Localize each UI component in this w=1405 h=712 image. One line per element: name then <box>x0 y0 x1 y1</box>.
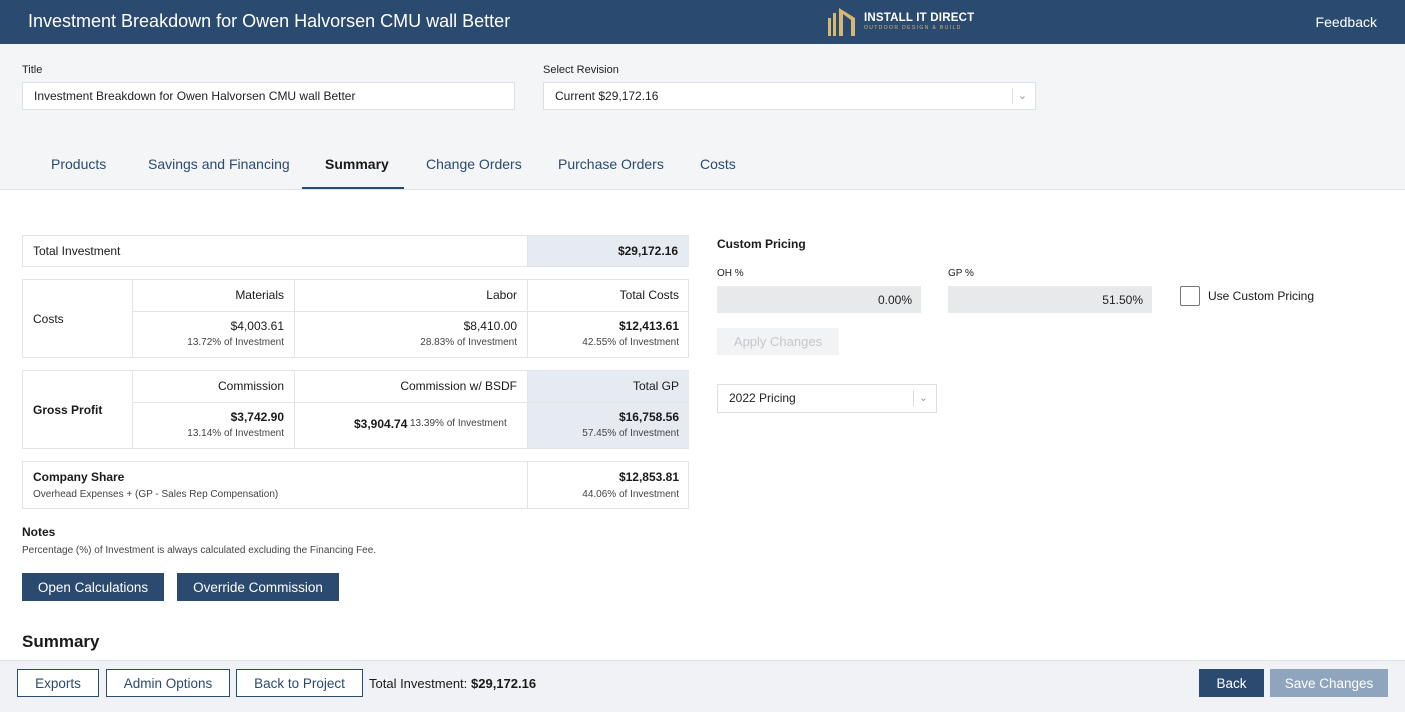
admin-options-button[interactable]: Admin Options <box>106 669 230 697</box>
footer-total-value: $29,172.16 <box>471 676 537 691</box>
back-button[interactable]: Back <box>1199 669 1264 697</box>
materials-header: Materials <box>235 288 284 302</box>
top-bar: Investment Breakdown for Owen Halvorsen … <box>0 0 1405 44</box>
total-investment-label: Total Investment <box>33 244 121 258</box>
commission-header: Commission <box>217 379 284 393</box>
active-tab-indicator <box>302 187 404 189</box>
summary-content: Total Investment $29,172.16 Costs Materi… <box>0 190 1405 660</box>
revision-select-value: Current $29,172.16 <box>555 89 659 103</box>
tab-costs[interactable]: Costs <box>700 156 736 172</box>
custom-pricing-title: Custom Pricing <box>717 237 806 251</box>
commission-pct: 13.14% of Investment <box>187 428 284 439</box>
exports-button[interactable]: Exports <box>17 669 99 697</box>
pricing-select[interactable]: 2022 Pricing ⌄ <box>717 384 937 413</box>
tab-change-orders[interactable]: Change Orders <box>426 156 522 172</box>
materials-pct: 13.72% of Investment <box>187 337 284 348</box>
notes-title: Notes <box>22 525 56 539</box>
logo-sub-text: OUTDOOR DESIGN & BUILD <box>864 25 962 32</box>
commission-bsdf-header: Commission w/ BSDF <box>400 379 517 393</box>
use-custom-pricing-checkbox[interactable] <box>1180 286 1200 306</box>
logo-main-text: INSTALL IT DIRECT <box>864 11 975 24</box>
page-title: Investment Breakdown for Owen Halvorsen … <box>28 11 511 31</box>
labor-pct: 28.83% of Investment <box>420 337 517 348</box>
divider <box>527 462 528 508</box>
notes-text: Percentage (%) of Investment is always c… <box>22 545 377 556</box>
feedback-link[interactable]: Feedback <box>1316 14 1377 30</box>
tab-purchase-orders[interactable]: Purchase Orders <box>558 156 664 172</box>
tab-savings-and-financing[interactable]: Savings and Financing <box>148 156 290 172</box>
company-share-pct: 44.06% of Investment <box>582 489 679 500</box>
labor-value: $8,410.00 <box>463 319 517 333</box>
pricing-select-value: 2022 Pricing <box>729 391 796 405</box>
commission-value: $3,742.90 <box>230 410 284 424</box>
tab-summary[interactable]: Summary <box>325 156 389 172</box>
costs-label: Costs <box>33 312 64 326</box>
total-costs-value: $12,413.61 <box>618 319 679 333</box>
save-changes-button[interactable]: Save Changes <box>1270 669 1388 697</box>
commission-bsdf-value: $3,904.74 <box>354 417 408 431</box>
materials-value: $4,003.61 <box>230 319 284 333</box>
company-share-label: Company Share <box>33 470 125 484</box>
override-commission-button[interactable]: Override Commission <box>177 573 339 601</box>
total-costs-pct: 42.55% of Investment <box>582 337 679 348</box>
oh-label: OH % <box>717 268 744 279</box>
revision-label: Select Revision <box>543 64 619 76</box>
open-calculations-button[interactable]: Open Calculations <box>22 573 164 601</box>
company-share-value: $12,853.81 <box>618 470 679 484</box>
total-gp-header: Total GP <box>632 379 679 393</box>
total-gp-pct: 57.45% of Investment <box>582 428 679 439</box>
divider <box>527 236 528 266</box>
divider <box>132 311 689 312</box>
chevron-down-icon: ⌄ <box>1011 88 1027 104</box>
back-to-project-button[interactable]: Back to Project <box>236 669 363 697</box>
tab-bar: Products Savings and Financing Summary C… <box>0 140 1405 190</box>
footer-bar: Exports Admin Options Back to Project To… <box>0 660 1405 712</box>
gp-percent-input[interactable]: 51.50% <box>948 286 1152 313</box>
total-costs-header: Total Costs <box>619 288 679 302</box>
gp-label: GP % <box>948 268 974 279</box>
footer-total-label: Total Investment: <box>369 676 468 691</box>
oh-percent-input[interactable]: 0.00% <box>717 286 921 313</box>
company-share-box: Company Share Overhead Expenses + (GP - … <box>22 461 689 509</box>
summary-heading: Summary <box>22 632 100 651</box>
costs-table: Costs Materials Labor Total Costs $4,003… <box>22 279 689 358</box>
gross-profit-table: Gross Profit Commission Commission w/ BS… <box>22 370 689 449</box>
total-investment-box: Total Investment $29,172.16 <box>22 235 689 267</box>
divider <box>132 402 689 403</box>
total-investment-value: $29,172.16 <box>617 244 678 258</box>
use-custom-pricing-label: Use Custom Pricing <box>1208 289 1315 303</box>
building-logo-icon <box>828 8 855 36</box>
title-label: Title <box>22 64 43 76</box>
chevron-down-icon: ⌄ <box>912 390 928 406</box>
company-share-formula: Overhead Expenses + (GP - Sales Rep Comp… <box>33 489 279 500</box>
revision-select[interactable]: Current $29,172.16 ⌄ <box>543 82 1036 110</box>
tab-products[interactable]: Products <box>51 156 106 172</box>
gross-profit-label: Gross Profit <box>33 403 103 417</box>
title-input[interactable]: Investment Breakdown for Owen Halvorsen … <box>22 82 515 110</box>
apply-changes-button[interactable]: Apply Changes <box>717 328 839 355</box>
commission-bsdf-pct: 13.39% of Investment <box>410 418 507 429</box>
install-it-direct-logo: INSTALL IT DIRECT OUTDOOR DESIGN & BUILD <box>826 6 974 38</box>
labor-header: Labor <box>486 288 517 302</box>
total-gp-value: $16,758.56 <box>618 410 679 424</box>
